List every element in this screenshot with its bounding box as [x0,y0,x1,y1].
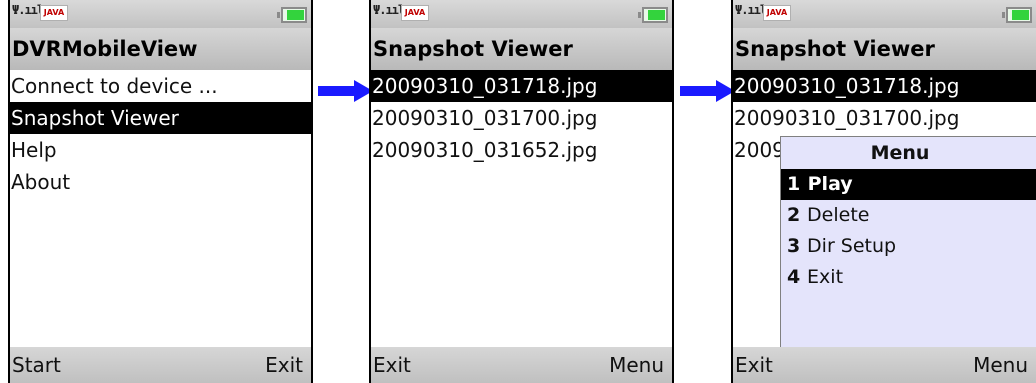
right-arrow-icon [680,80,735,102]
file-item[interactable]: 20090310_031700.jpg [733,102,1036,134]
screen-title: Snapshot Viewer [733,28,1036,70]
menu-item-number: 4 [787,266,801,288]
battery-icon [277,7,307,23]
menu-item-number: 3 [787,235,801,257]
softkey-menu[interactable]: Menu [973,347,1028,383]
file-item[interactable]: 20090310_031700.jpg [371,102,672,134]
menu-title: Menu [870,142,930,164]
options-menu-popup: Menu 1 Play 2 Delete 3 Dir Setup 4 Exit [780,136,1036,348]
menu-item-number: 2 [787,204,801,226]
java-logo-icon: JAVA [40,5,68,21]
status-bar: Ψ.ııl JAVA [733,0,1036,28]
softkey-exit[interactable]: Exit [373,347,411,383]
phone-screen-snapshot-list: Ψ.ııl JAVA Snapshot Viewer 20090310_0317… [369,0,674,383]
menu-item-exit[interactable]: 4 Exit [781,262,1036,293]
softkey-exit[interactable]: Exit [265,347,303,383]
signal-strength-icon: Ψ.ııl [735,3,767,17]
signal-strength-icon: Ψ.ııl [12,3,44,17]
softkey-menu[interactable]: Menu [609,347,664,383]
menu-item-label: Delete [807,204,870,226]
file-item[interactable]: 20090310_031718.jpg [733,70,1036,102]
list-item-about[interactable]: About [10,166,311,198]
softkey-bar: Exit Menu [371,347,672,383]
file-list: 20090310_031718.jpg 20090310_031700.jpg … [371,70,672,166]
status-bar: Ψ.ııl JAVA [10,0,311,28]
menu-item-dir-setup[interactable]: 3 Dir Setup [781,231,1036,262]
signal-strength-icon: Ψ.ııl [373,3,405,17]
menu-list: Connect to device ... Snapshot Viewer He… [10,70,311,198]
menu-item-delete[interactable]: 2 Delete [781,200,1036,231]
menu-item-label: Dir Setup [807,235,897,257]
softkey-bar: Start Exit [10,347,311,383]
phone-screen-snapshot-menu: Ψ.ııl JAVA Snapshot Viewer 20090310_0317… [731,0,1036,383]
softkey-exit[interactable]: Exit [735,347,773,383]
menu-item-label: Play [807,173,853,195]
menu-item-number: 1 [787,173,801,195]
softkey-bar: Exit Menu [733,347,1036,383]
menu-item-label: Exit [807,266,844,288]
right-arrow-icon [318,80,373,102]
battery-icon [638,7,668,23]
file-item[interactable]: 20090310_031652.jpg [371,134,672,166]
screen-title: Snapshot Viewer [371,28,672,70]
list-item-connect[interactable]: Connect to device ... [10,70,311,102]
java-logo-icon: JAVA [763,5,791,21]
battery-icon [1002,7,1032,23]
softkey-start[interactable]: Start [12,347,61,383]
list-item-help[interactable]: Help [10,134,311,166]
menu-item-play[interactable]: 1 Play [781,169,1036,200]
screen-title: DVRMobileView [10,28,311,70]
java-logo-icon: JAVA [401,5,429,21]
list-item-snapshot-viewer[interactable]: Snapshot Viewer [10,102,311,134]
phone-screen-main-menu: Ψ.ııl JAVA DVRMobileView Connect to devi… [8,0,313,383]
status-bar: Ψ.ııl JAVA [371,0,672,28]
file-item[interactable]: 20090310_031718.jpg [371,70,672,102]
